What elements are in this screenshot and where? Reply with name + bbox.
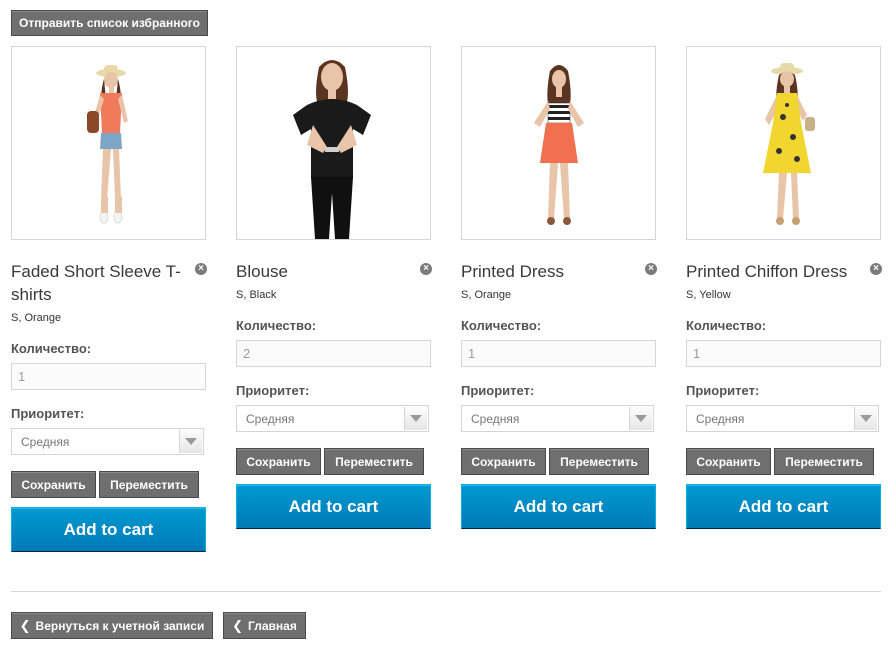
move-button[interactable]: Переместить bbox=[99, 471, 199, 498]
move-button[interactable]: Переместить bbox=[774, 448, 874, 475]
quantity-input[interactable] bbox=[461, 340, 656, 367]
quantity-input[interactable] bbox=[236, 340, 431, 367]
quantity-label: Количество: bbox=[686, 318, 767, 333]
product-title[interactable]: Faded Short Sleeve T-shirts bbox=[11, 260, 189, 306]
priority-label: Приоритет: bbox=[461, 383, 535, 398]
add-to-cart-button[interactable]: Add to cart bbox=[236, 484, 431, 529]
save-button[interactable]: Сохранить bbox=[236, 448, 321, 475]
quantity-input[interactable] bbox=[11, 363, 206, 390]
back-to-account-label: Вернуться к учетной записи bbox=[35, 618, 205, 633]
remove-icon[interactable]: × bbox=[195, 263, 207, 275]
priority-select[interactable]: Средняя bbox=[686, 405, 879, 432]
quantity-label: Количество: bbox=[461, 318, 542, 333]
product-attributes: S, Orange bbox=[11, 312, 62, 324]
save-button[interactable]: Сохранить bbox=[461, 448, 546, 475]
product-title[interactable]: Printed Chiffon Dress bbox=[686, 260, 864, 283]
product-attributes: S, Orange bbox=[461, 289, 512, 301]
priority-label: Приоритет: bbox=[236, 383, 310, 398]
chevron-down-icon bbox=[404, 407, 427, 430]
home-button[interactable]: ❮ Главная bbox=[223, 612, 306, 639]
add-to-cart-button[interactable]: Add to cart bbox=[11, 507, 206, 552]
priority-label: Приоритет: bbox=[686, 383, 760, 398]
priority-select[interactable]: Средняя bbox=[461, 405, 654, 432]
priority-value: Средняя bbox=[246, 412, 295, 426]
save-button[interactable]: Сохранить bbox=[11, 471, 96, 498]
priority-select[interactable]: Средняя bbox=[11, 428, 204, 455]
priority-value: Средняя bbox=[696, 412, 745, 426]
send-wishlist-button[interactable]: Отправить список избранного bbox=[11, 10, 208, 36]
priority-select[interactable]: Средняя bbox=[236, 405, 429, 432]
add-to-cart-button[interactable]: Add to cart bbox=[461, 484, 656, 529]
wishlist-page: Отправить список избранного Faded Short … bbox=[0, 0, 895, 657]
chevron-left-icon: ❮ bbox=[232, 617, 244, 633]
move-button[interactable]: Переместить bbox=[549, 448, 649, 475]
remove-icon[interactable]: × bbox=[645, 263, 657, 275]
move-button[interactable]: Переместить bbox=[324, 448, 424, 475]
chevron-down-icon bbox=[854, 407, 877, 430]
save-button[interactable]: Сохранить bbox=[686, 448, 771, 475]
back-to-account-button[interactable]: ❮ Вернуться к учетной записи bbox=[11, 612, 213, 639]
remove-icon[interactable]: × bbox=[870, 263, 882, 275]
priority-value: Средняя bbox=[471, 412, 520, 426]
quantity-label: Количество: bbox=[236, 318, 317, 333]
remove-icon[interactable]: × bbox=[420, 263, 432, 275]
quantity-label: Количество: bbox=[11, 341, 92, 356]
divider bbox=[11, 591, 881, 592]
product-image[interactable] bbox=[686, 46, 881, 240]
product-title[interactable]: Blouse bbox=[236, 260, 414, 283]
chevron-left-icon: ❮ bbox=[19, 617, 31, 633]
product-image[interactable] bbox=[11, 46, 206, 240]
chevron-down-icon bbox=[629, 407, 652, 430]
product-title[interactable]: Printed Dress bbox=[461, 260, 639, 283]
add-to-cart-button[interactable]: Add to cart bbox=[686, 484, 881, 529]
product-attributes: S, Yellow bbox=[686, 289, 731, 301]
product-image[interactable] bbox=[461, 46, 656, 240]
product-attributes: S, Black bbox=[236, 289, 277, 301]
chevron-down-icon bbox=[179, 430, 202, 453]
priority-value: Средняя bbox=[21, 435, 70, 449]
quantity-input[interactable] bbox=[686, 340, 881, 367]
product-image[interactable] bbox=[236, 46, 431, 240]
home-label: Главная bbox=[248, 618, 297, 633]
priority-label: Приоритет: bbox=[11, 406, 85, 421]
